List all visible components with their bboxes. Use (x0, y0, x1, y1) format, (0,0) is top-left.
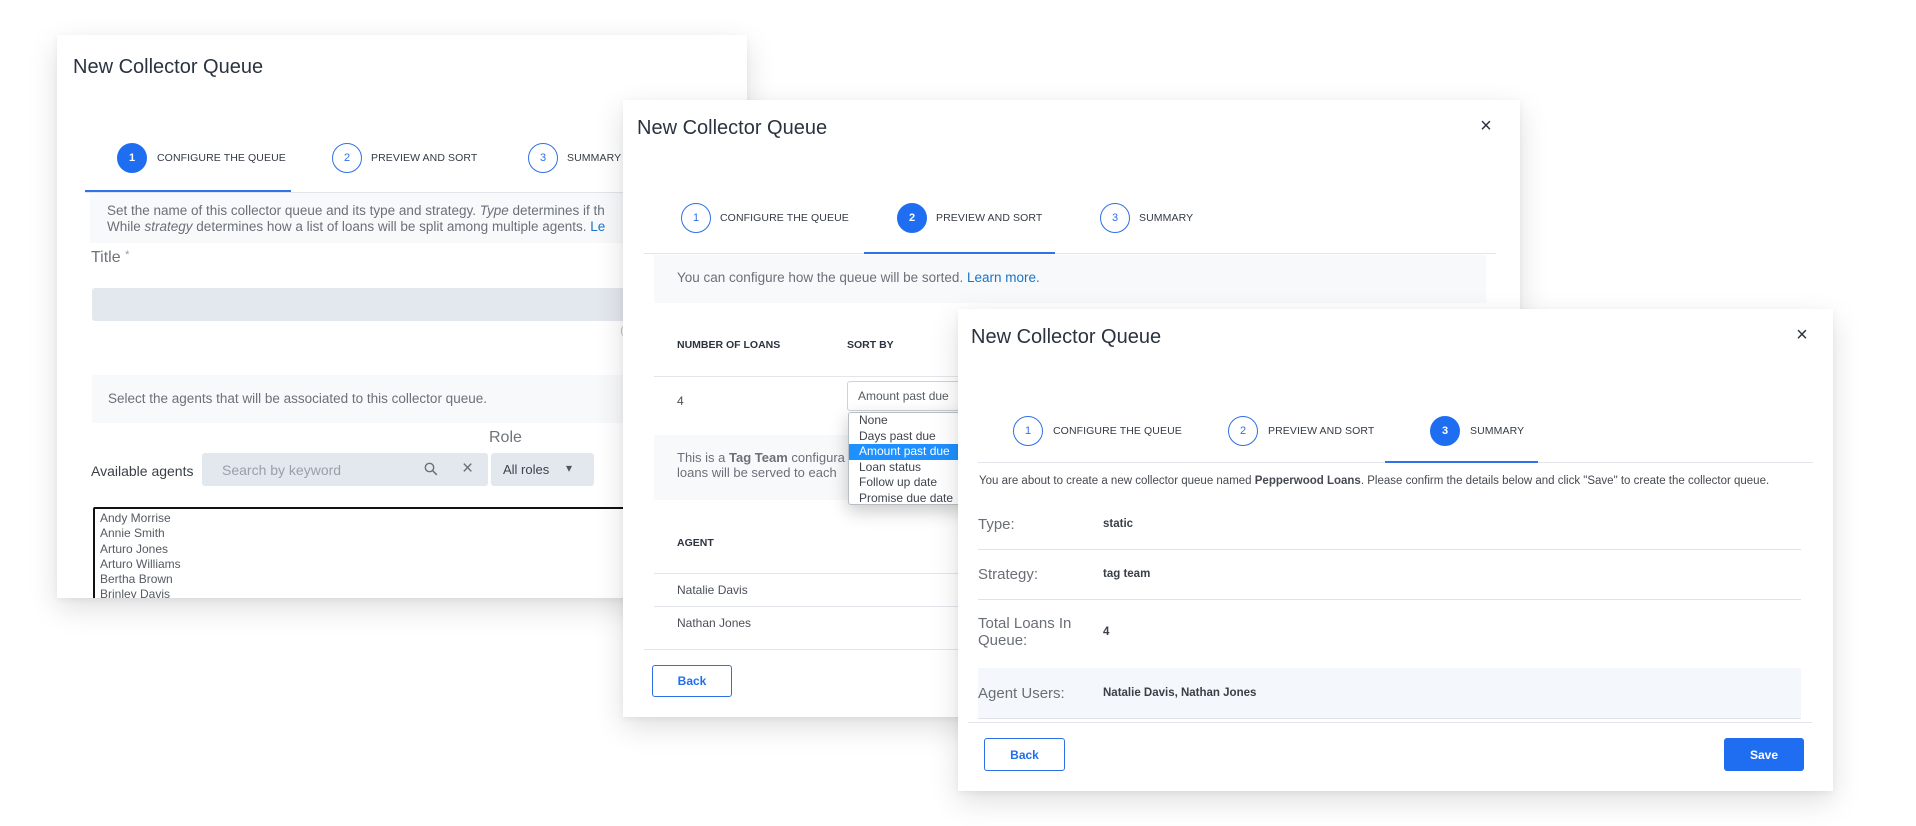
step-3-circle[interactable]: 3 (528, 143, 558, 173)
agent-row: Nathan Jones (677, 616, 752, 630)
intro-em-type: Type (479, 203, 509, 218)
sort-by-select[interactable]: Amount past due (847, 381, 967, 411)
summary-row-total-loans (978, 600, 1801, 669)
sort-intro-text: You can configure how the queue will be … (677, 270, 967, 285)
summary-row-agent-users (978, 668, 1801, 719)
sort-option[interactable]: None (849, 413, 967, 429)
available-agents-label: Available agents (91, 463, 194, 479)
active-step-underline (864, 252, 1055, 254)
step-2-label[interactable]: PREVIEW AND SORT (936, 212, 1042, 224)
clear-search-icon[interactable]: × (462, 458, 473, 480)
sort-intro: You can configure how the queue will be … (654, 255, 1486, 303)
summary-label: Strategy: (978, 566, 1039, 583)
step-3-label[interactable]: SUMMARY (1139, 212, 1193, 224)
sort-by-dropdown-list[interactable]: None Days past due Amount past due Loan … (848, 412, 968, 505)
sort-option[interactable]: Follow up date (849, 475, 967, 491)
back-button[interactable]: Back (652, 665, 732, 697)
step-3-label[interactable]: SUMMARY (1470, 425, 1524, 437)
summary-intro: You are about to create a new collector … (979, 475, 1769, 487)
title-label-text: Title (91, 249, 121, 266)
queue-name: Pepperwood Loans (1254, 475, 1361, 487)
dialog-title: New Collector Queue (73, 56, 264, 78)
sort-option[interactable]: Loan status (849, 460, 967, 476)
active-step-underline (85, 190, 291, 192)
summary-label: Agent Users: (978, 685, 1065, 702)
column-header-sort-by: SORT BY (847, 339, 894, 351)
role-select-value: All roles (503, 462, 550, 477)
summary-value: static (1103, 518, 1134, 530)
summary-intro-text: You are about to create a new collector … (979, 475, 1255, 487)
column-header-number-of-loans: NUMBER OF LOANS (677, 339, 781, 351)
tag-team-text: This is a (677, 450, 730, 465)
step-3-circle[interactable]: 3 (1430, 416, 1460, 446)
intro-em-strategy: strategy (144, 218, 193, 234)
step-2-circle[interactable]: 2 (332, 143, 362, 173)
search-placeholder: Search by keyword (222, 462, 342, 478)
save-button[interactable]: Save (1724, 738, 1804, 771)
dialog-summary: New Collector Queue × 1 CONFIGURE THE QU… (958, 309, 1833, 791)
sort-by-select-value: Amount past due (858, 389, 949, 403)
sort-option[interactable]: Promise due date (849, 491, 967, 507)
agent-search-input[interactable]: Search by keyword × (202, 453, 488, 486)
agent-row: Natalie Davis (677, 583, 748, 597)
step-2-circle[interactable]: 2 (1228, 416, 1258, 446)
step-1-label[interactable]: CONFIGURE THE QUEUE (720, 212, 849, 224)
loans-count: 4 (677, 394, 684, 408)
agents-info-text: Select the agents that will be associate… (108, 391, 487, 406)
summary-row-strategy (978, 549, 1801, 600)
summary-value: tag team (1103, 568, 1151, 580)
step-1-circle[interactable]: 1 (681, 203, 711, 233)
tag-team-bold: Tag Team (729, 450, 788, 465)
step-2-circle[interactable]: 2 (897, 203, 927, 233)
intro-text: determines if th (508, 203, 605, 218)
stepper-divider (644, 253, 1496, 254)
role-label: Role (489, 429, 522, 446)
step-2-label[interactable]: PREVIEW AND SORT (1268, 425, 1374, 437)
sort-option-selected[interactable]: Amount past due (849, 444, 967, 460)
close-icon[interactable]: × (1477, 116, 1495, 136)
summary-label: Type: (978, 516, 1015, 533)
summary-label: Total Loans In Queue: (978, 615, 1072, 649)
footer-divider (968, 722, 1812, 723)
dialog-title: New Collector Queue (971, 326, 1162, 348)
role-select[interactable]: All roles ▾ (491, 453, 594, 486)
step-3-label[interactable]: SUMMARY (567, 152, 621, 164)
title-field-label: Title * (91, 249, 129, 267)
required-mark: * (125, 249, 130, 261)
learn-more-link[interactable]: Learn more. (967, 270, 1040, 285)
summary-value: Natalie Davis, Nathan Jones (1103, 687, 1257, 699)
summary-value: 4 (1103, 626, 1110, 638)
dialog-title: New Collector Queue (637, 117, 828, 139)
step-1-label[interactable]: CONFIGURE THE QUEUE (1053, 425, 1182, 437)
step-1-circle[interactable]: 1 (1013, 416, 1043, 446)
search-icon[interactable] (424, 462, 438, 476)
caret-down-icon: ▾ (566, 461, 573, 475)
summary-intro-text: . Please confirm the details below and c… (1360, 475, 1770, 487)
step-3-circle[interactable]: 3 (1100, 203, 1130, 233)
intro-text: Set the name of this collector queue and… (107, 203, 480, 218)
step-1-label[interactable]: CONFIGURE THE QUEUE (157, 152, 286, 164)
learn-more-link[interactable]: Le (590, 219, 605, 234)
tag-team-text: configura (787, 450, 845, 465)
column-header-agent: AGENT (677, 537, 714, 549)
step-2-label[interactable]: PREVIEW AND SORT (371, 152, 477, 164)
summary-row-type (978, 499, 1801, 550)
sort-option[interactable]: Days past due (849, 429, 967, 445)
close-icon[interactable]: × (1793, 325, 1811, 345)
back-button[interactable]: Back (984, 738, 1065, 771)
active-step-underline (1385, 461, 1538, 463)
step-1-circle[interactable]: 1 (117, 143, 147, 173)
intro-text: While (107, 218, 145, 234)
intro-text: determines how a list of loans will be s… (192, 218, 591, 234)
